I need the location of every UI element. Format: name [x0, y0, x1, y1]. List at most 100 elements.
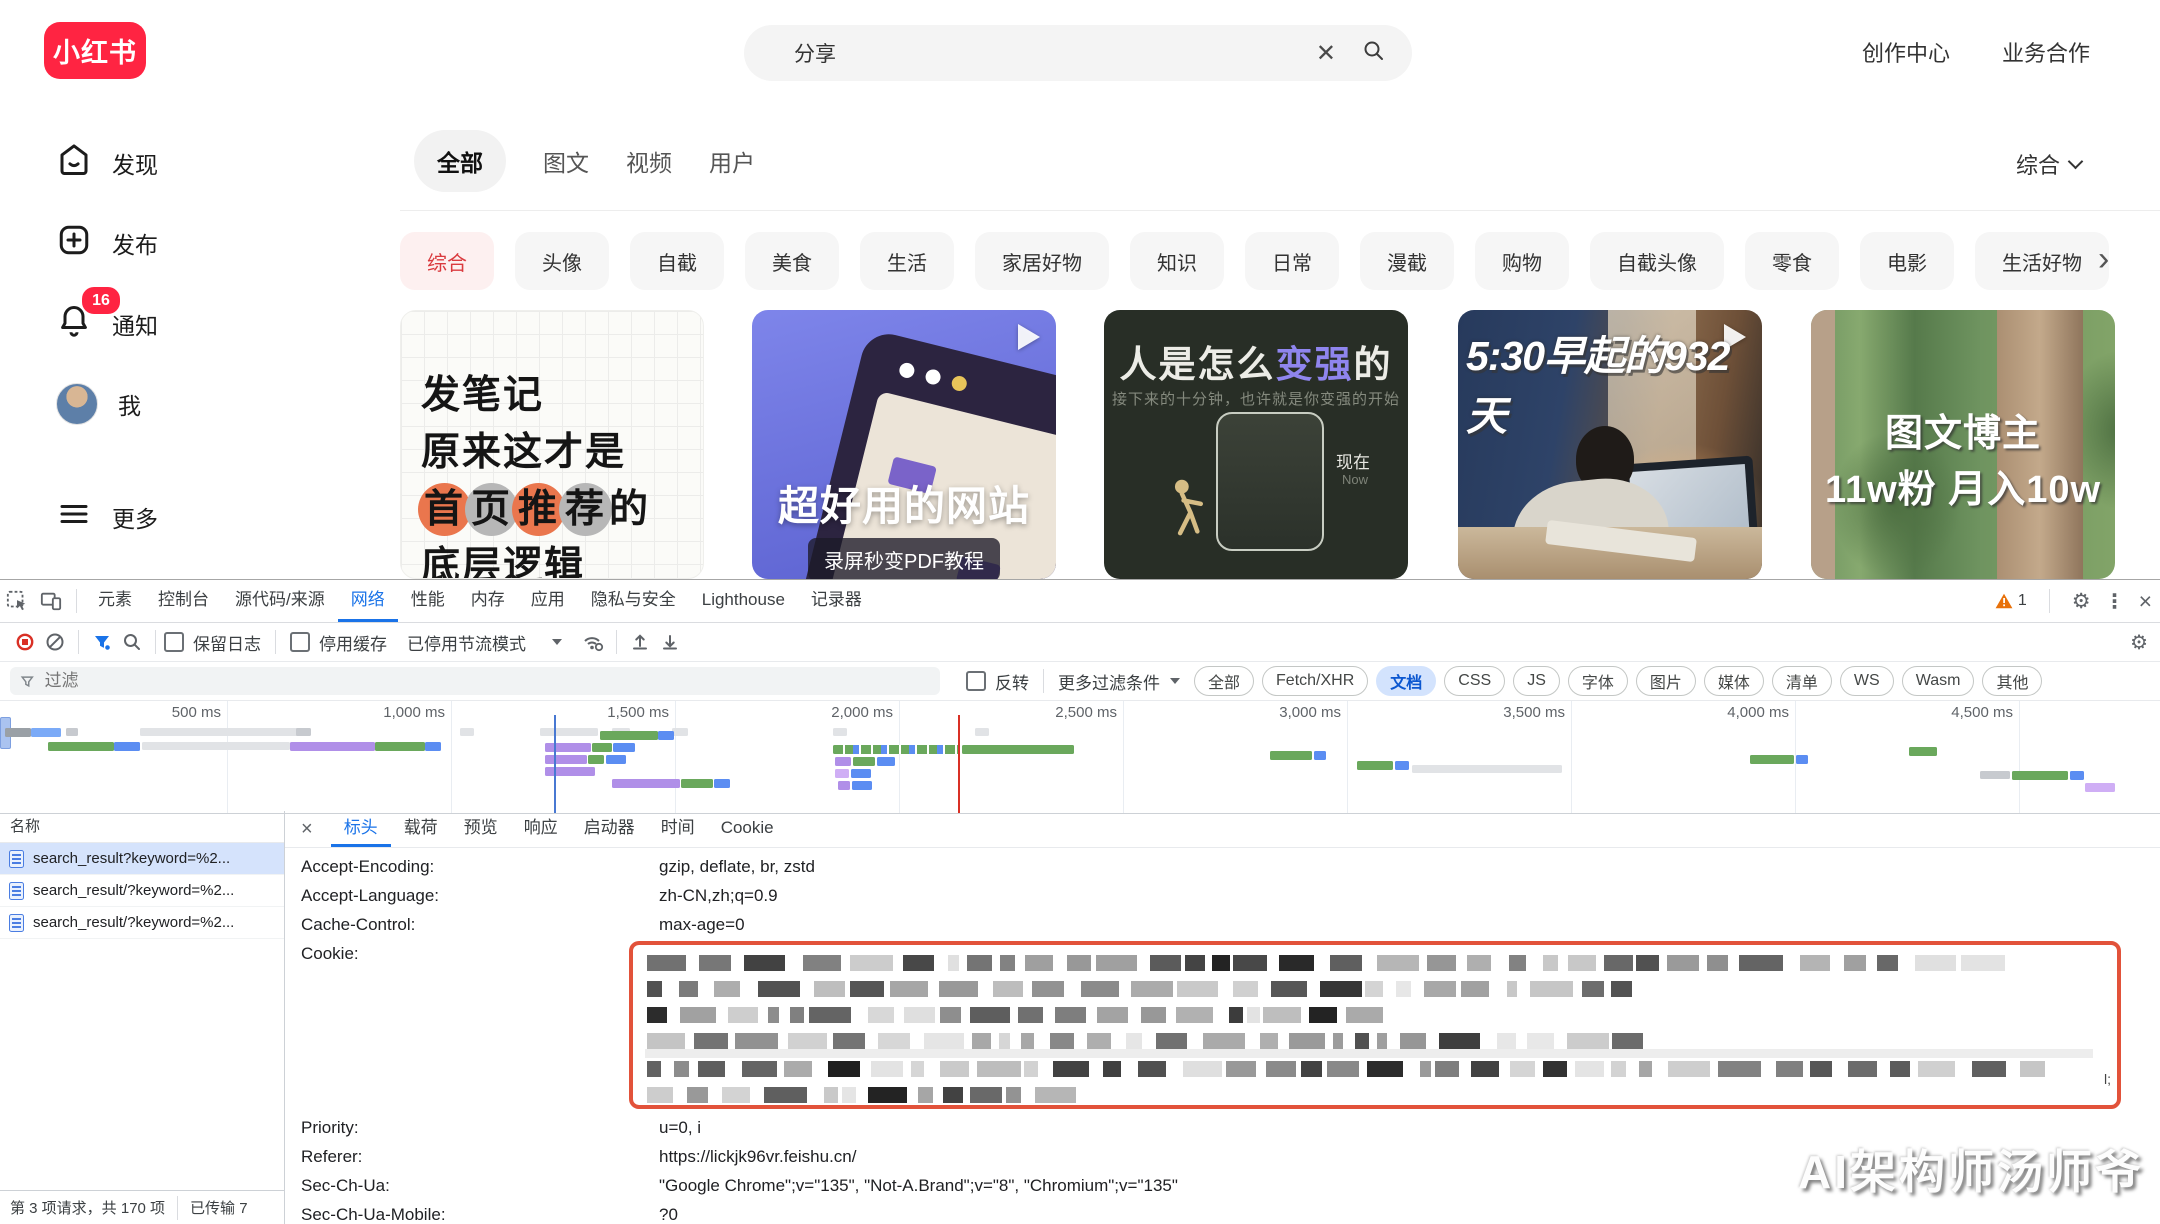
import-har-icon[interactable]	[625, 627, 655, 657]
video-card-2[interactable]: 超好用的网站 录屏秒变PDF教程	[752, 310, 1056, 579]
invert-label[interactable]: 反转	[995, 669, 1029, 694]
devtools-tab-8[interactable]: Lighthouse	[689, 580, 798, 622]
devtools-tab-5[interactable]: 内存	[458, 580, 518, 622]
devtools-tab-2[interactable]: 源代码/来源	[222, 580, 338, 622]
filter-input[interactable]	[10, 667, 940, 695]
network-conditions-icon[interactable]	[578, 627, 608, 657]
warning-indicator[interactable]: 1	[1995, 592, 2027, 610]
category-chip-2[interactable]: 自截	[630, 232, 724, 290]
details-tab-0[interactable]: 标头	[331, 811, 391, 847]
type-chip-2[interactable]: 文档	[1376, 666, 1436, 696]
filter-funnel-icon[interactable]	[87, 627, 117, 657]
result-tab-1[interactable]: 图文	[543, 144, 589, 178]
close-details-icon[interactable]: ×	[295, 818, 319, 841]
details-tab-4[interactable]: 启动器	[571, 811, 648, 847]
business-link[interactable]: 业务合作	[2002, 36, 2090, 68]
type-chip-4[interactable]: JS	[1513, 666, 1560, 696]
details-tab-1[interactable]: 载荷	[391, 811, 451, 847]
category-chip-12[interactable]: 电影	[1860, 232, 1954, 290]
category-chip-3[interactable]: 美食	[745, 232, 839, 290]
category-chip-13[interactable]: 生活好物	[1975, 232, 2109, 290]
clear-icon[interactable]	[40, 627, 70, 657]
details-tab-2[interactable]: 预览	[451, 811, 511, 847]
result-tab-3[interactable]: 用户	[709, 144, 755, 178]
device-toolbar-icon[interactable]	[34, 580, 68, 622]
request-row-2[interactable]: search_result/?keyword=%2...	[0, 907, 284, 939]
category-chip-9[interactable]: 购物	[1475, 232, 1569, 290]
sidebar-item-publish[interactable]: 发布	[56, 222, 158, 263]
sidebar-item-me[interactable]: 我	[56, 383, 141, 425]
devtools-tab-0[interactable]: 元素	[85, 580, 145, 622]
note-card-1[interactable]: 发笔记原来这才是首页推荐的底层逻辑	[400, 310, 704, 579]
close-devtools-icon[interactable]: ×	[2139, 588, 2152, 615]
disable-cache-checkbox[interactable]	[290, 632, 310, 652]
sidebar-item-discover[interactable]: 发现	[56, 142, 158, 183]
search-bar[interactable]: ✕	[744, 25, 1412, 81]
type-chip-0[interactable]: 全部	[1194, 666, 1254, 696]
dropdown-arrow-icon[interactable]	[1170, 678, 1180, 684]
type-chip-3[interactable]: CSS	[1444, 666, 1505, 696]
result-tab-2[interactable]: 视频	[626, 144, 672, 178]
category-chip-11[interactable]: 零食	[1745, 232, 1839, 290]
settings-gear-icon[interactable]: ⚙	[2072, 589, 2091, 614]
category-chip-5[interactable]: 家居好物	[975, 232, 1109, 290]
throttling-dropdown[interactable]: 已停用节流模式	[407, 630, 526, 655]
type-chip-7[interactable]: 媒体	[1704, 666, 1764, 696]
search-input[interactable]	[792, 40, 1316, 66]
record-icon[interactable]	[10, 627, 40, 657]
image-card-5[interactable]: 图文博主 11w粉 月入10w	[1811, 310, 2115, 579]
type-chip-5[interactable]: 字体	[1568, 666, 1628, 696]
redaction-block	[1612, 1033, 1643, 1049]
devtools-tab-7[interactable]: 隐私与安全	[578, 580, 689, 622]
category-chip-10[interactable]: 自截头像	[1590, 232, 1724, 290]
video-card-4[interactable]: 5:30早起的932天	[1458, 310, 1762, 579]
search-icon[interactable]	[1362, 39, 1386, 68]
image-card-3[interactable]: 人是怎么变强的 接下来的十分钟，也许就是你变强的开始 现在 Now 一周后 On…	[1104, 310, 1408, 579]
name-column-header[interactable]: 名称	[0, 811, 284, 843]
type-chip-6[interactable]: 图片	[1636, 666, 1696, 696]
type-chip-11[interactable]: 其他	[1982, 666, 2042, 696]
redaction-block	[1365, 981, 1383, 997]
devtools-tab-1[interactable]: 控制台	[145, 580, 222, 622]
devtools-tab-9[interactable]: 记录器	[798, 580, 875, 622]
type-chip-8[interactable]: 清单	[1772, 666, 1832, 696]
devtools-tab-4[interactable]: 性能	[398, 580, 458, 622]
sidebar-item-more[interactable]: 更多	[56, 496, 158, 537]
category-chip-1[interactable]: 头像	[515, 232, 609, 290]
invert-checkbox[interactable]	[966, 671, 986, 691]
details-tab-6[interactable]: Cookie	[708, 811, 787, 847]
preserve-log-checkbox[interactable]	[164, 632, 184, 652]
disable-cache-label[interactable]: 停用缓存	[319, 630, 387, 655]
result-tab-0[interactable]: 全部	[414, 130, 506, 192]
type-chip-9[interactable]: WS	[1840, 666, 1894, 696]
export-har-icon[interactable]	[655, 627, 685, 657]
dropdown-arrow-icon[interactable]	[552, 639, 562, 645]
more-filters-dropdown[interactable]: 更多过滤条件	[1058, 669, 1160, 694]
type-chip-1[interactable]: Fetch/XHR	[1262, 666, 1368, 696]
clear-search-icon[interactable]: ✕	[1316, 39, 1336, 68]
category-chip-4[interactable]: 生活	[860, 232, 954, 290]
category-chip-0[interactable]: 综合	[400, 232, 494, 290]
search-network-icon[interactable]	[117, 627, 147, 657]
request-row-0[interactable]: search_result?keyword=%2...	[0, 843, 284, 875]
category-chip-7[interactable]: 日常	[1245, 232, 1339, 290]
details-tab-5[interactable]: 时间	[648, 811, 708, 847]
type-chip-10[interactable]: Wasm	[1902, 666, 1975, 696]
sidebar-item-notifications[interactable]: 16 通知	[56, 303, 158, 344]
details-tab-3[interactable]: 响应	[511, 811, 571, 847]
kebab-menu-icon[interactable]: ⋮	[2105, 589, 2125, 614]
devtools-tab-3[interactable]: 网络	[338, 580, 398, 622]
devtools-tab-6[interactable]: 应用	[518, 580, 578, 622]
xiaohongshu-logo[interactable]: 小红书	[44, 22, 146, 79]
category-chip-6[interactable]: 知识	[1130, 232, 1224, 290]
network-overview-timeline[interactable]: 500 ms1,000 ms1,500 ms2,000 ms2,500 ms3,…	[0, 701, 2160, 814]
inspect-icon[interactable]	[0, 580, 34, 622]
request-row-1[interactable]: search_result/?keyword=%2...	[0, 875, 284, 907]
filter-text-input[interactable]	[43, 670, 930, 692]
creator-center-link[interactable]: 创作中心	[1862, 36, 1950, 68]
category-chip-8[interactable]: 漫截	[1360, 232, 1454, 290]
network-settings-gear-icon[interactable]: ⚙	[2130, 630, 2148, 655]
preserve-log-label[interactable]: 保留日志	[193, 630, 261, 655]
sort-dropdown[interactable]: 综合	[2016, 148, 2081, 180]
chips-more-icon[interactable]: ›	[2098, 240, 2109, 279]
